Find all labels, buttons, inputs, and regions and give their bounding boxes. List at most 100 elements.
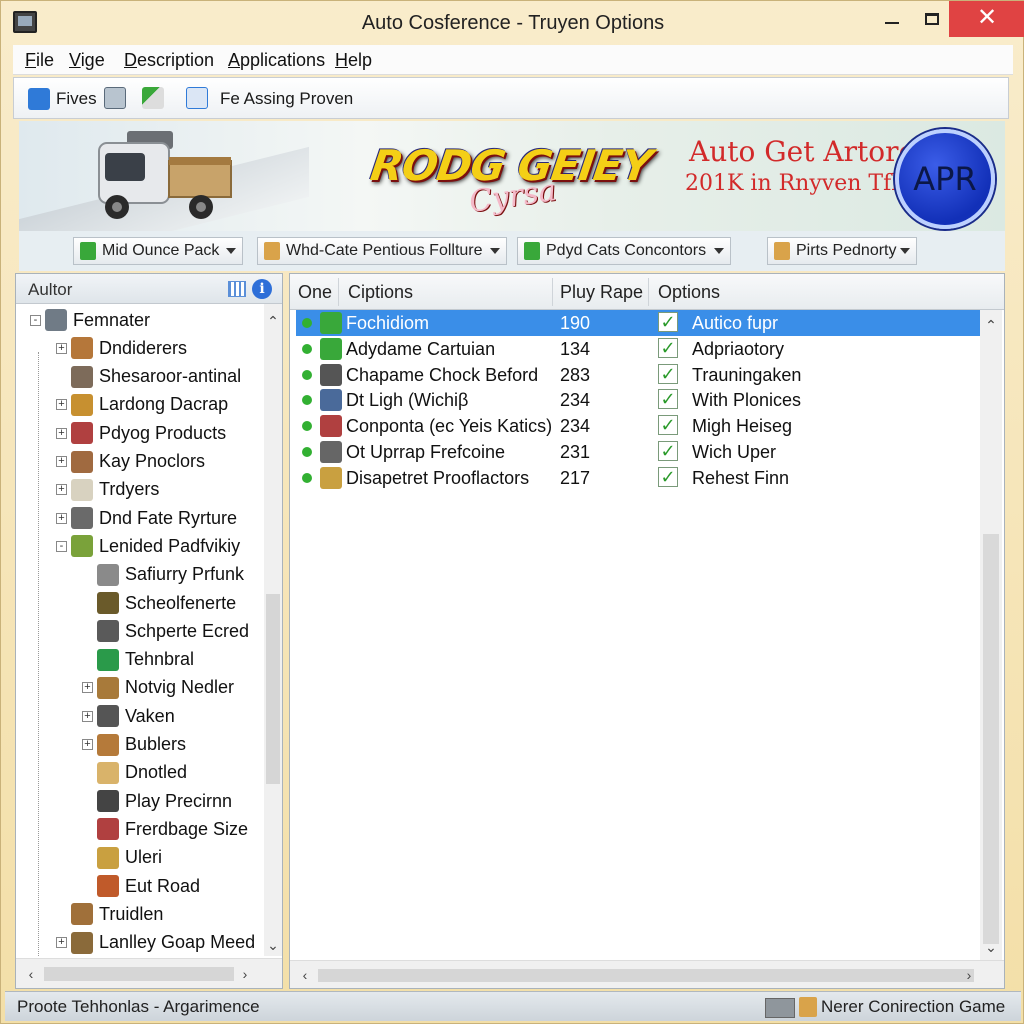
scrollbar-thumb[interactable]: [44, 967, 234, 981]
tree-item-icon: [97, 790, 119, 813]
scrollbar-thumb[interactable]: [983, 534, 999, 944]
row-checkbox[interactable]: ✓: [658, 466, 678, 487]
tree-item[interactable]: + Notvig Nedler: [82, 674, 234, 702]
row-checkbox[interactable]: ✓: [658, 441, 678, 461]
collapse-icon[interactable]: -: [56, 540, 67, 552]
pentious-follture-dropdown[interactable]: Whd-Cate Pentious Follture: [257, 237, 507, 265]
row-option: Trauningaken: [692, 364, 802, 385]
tree-item[interactable]: Eut Road: [82, 872, 200, 900]
tree-item[interactable]: - Femnater: [30, 306, 150, 334]
expand-icon[interactable]: +: [82, 682, 93, 694]
close-button[interactable]: ✕: [949, 1, 1024, 37]
tree-item[interactable]: Dnotled: [82, 759, 187, 787]
tree-item-icon: [71, 393, 93, 416]
menu-file[interactable]: File: [25, 50, 54, 71]
column-separator[interactable]: [338, 278, 339, 306]
column-header-one[interactable]: One: [298, 282, 332, 303]
menu-description[interactable]: Description: [124, 50, 214, 71]
tree-item-icon: [71, 507, 93, 530]
tree-item[interactable]: Scheolfenerte: [82, 589, 236, 617]
tree-item[interactable]: + Bublers: [82, 731, 186, 759]
scroll-up-icon[interactable]: ⌃: [264, 312, 282, 330]
row-checkbox[interactable]: ✓: [658, 415, 678, 436]
list-row[interactable]: Dt Ligh (Wichiβ 234 ✓ With Plonices: [296, 387, 980, 413]
column-header-options[interactable]: Options: [658, 282, 720, 303]
expand-icon[interactable]: +: [56, 484, 67, 496]
tree-item[interactable]: + Dndiderers: [56, 334, 187, 362]
tree-item[interactable]: Schperte Ecred: [82, 617, 249, 645]
list-row[interactable]: Adydame Cartuian 134 ✓ Adpriaotory: [296, 336, 980, 362]
cats-concontors-dropdown[interactable]: Pdyd Cats Concontors: [517, 237, 731, 265]
clipboard-icon[interactable]: [186, 87, 208, 109]
list-row[interactable]: Ot Uprrap Frefcoine 231 ✓ Wich Uper: [296, 439, 980, 465]
row-checkbox[interactable]: ✓: [658, 312, 678, 332]
tree-item[interactable]: + Vaken: [82, 702, 175, 730]
info-icon[interactable]: i: [252, 279, 272, 299]
menu-vige[interactable]: Vige: [69, 50, 105, 71]
app-window: Auto Cosference - Truyen Options ✕ File …: [0, 0, 1024, 1024]
row-checkbox[interactable]: ✓: [658, 337, 678, 358]
fives-button[interactable]: Fives: [28, 86, 97, 112]
tree-item[interactable]: + Pdyog Products: [56, 419, 226, 447]
expand-icon[interactable]: +: [56, 456, 67, 467]
scrollbar-thumb[interactable]: [266, 594, 280, 784]
row-checkbox[interactable]: ✓: [658, 389, 678, 410]
document-icon[interactable]: [104, 87, 126, 109]
title-bar[interactable]: Auto Cosference - Truyen Options ✕: [1, 1, 1024, 45]
tree-item[interactable]: Play Precirnn: [82, 787, 232, 815]
list-row[interactable]: Disapetret Prooflactors 217 ✓ Rehest Finn: [296, 465, 980, 491]
status-dot-icon: [302, 369, 312, 380]
expand-icon[interactable]: +: [56, 342, 67, 354]
scroll-right-icon[interactable]: ›: [236, 965, 254, 983]
row-checkbox[interactable]: ✓: [658, 363, 678, 384]
menu-help[interactable]: Help: [335, 50, 372, 71]
list-vertical-scrollbar[interactable]: ⌃ ⌄: [980, 310, 1002, 960]
tree-vertical-scrollbar[interactable]: ⌃ ⌄: [264, 304, 282, 956]
expand-icon[interactable]: +: [56, 512, 67, 524]
tree-item[interactable]: + Lanlley Goap Meed: [56, 929, 255, 956]
list-row[interactable]: Fochidiom 190 ✓ Autico fupr: [296, 310, 980, 336]
expand-icon[interactable]: +: [82, 739, 93, 750]
list-row[interactable]: Chapame Chock Beford 283 ✓ Trauningaken: [296, 362, 980, 388]
pen-icon[interactable]: [142, 87, 164, 109]
column-separator[interactable]: [648, 278, 649, 306]
scroll-left-icon[interactable]: ‹: [22, 965, 40, 983]
tree-item[interactable]: Uleri: [82, 844, 162, 872]
expand-icon[interactable]: +: [56, 427, 67, 439]
tree-item[interactable]: Truidlen: [56, 900, 163, 928]
menu-applications[interactable]: Applications: [228, 50, 325, 71]
collapse-icon[interactable]: -: [30, 314, 41, 326]
list-row[interactable]: Conponta (ec Yeis Katics) 234 ✓ Migh Heiseg: [296, 413, 980, 439]
tree-item[interactable]: Frerdbage Size: [82, 815, 248, 843]
status-indicator-icon: [765, 998, 795, 1018]
scroll-left-icon[interactable]: ‹: [296, 966, 314, 984]
tree-item[interactable]: Safiurry Prfunk: [82, 561, 244, 589]
list-horizontal-scrollbar[interactable]: ‹ ›: [290, 960, 1004, 988]
scroll-right-icon[interactable]: ›: [960, 966, 978, 984]
tree-item[interactable]: + Lardong Dacrap: [56, 391, 228, 419]
scroll-down-icon[interactable]: ⌄: [264, 936, 282, 954]
tree-panel: Aultor i - Femnater + Dndiderers Shesaroor-a…: [15, 273, 283, 989]
column-header-rate[interactable]: Pluy Rape: [560, 282, 643, 303]
expand-icon[interactable]: +: [82, 710, 93, 722]
tree-item[interactable]: + Kay Pnoclors: [56, 448, 205, 476]
tree-item[interactable]: + Trdyers: [56, 476, 159, 504]
column-header-ciptions[interactable]: Ciptions: [348, 282, 413, 303]
scrollbar-thumb[interactable]: [318, 969, 974, 982]
column-separator[interactable]: [552, 278, 553, 306]
grid-view-icon[interactable]: [228, 281, 246, 297]
tree-item[interactable]: + Dnd Fate Ryrture: [56, 504, 237, 532]
tree-item[interactable]: Tehnbral: [82, 646, 194, 674]
tree-item-label: Femnater: [73, 309, 151, 330]
tree-item[interactable]: - Lenided Padfvikiy: [56, 532, 240, 560]
tree-item[interactable]: Shesaroor-antinal: [56, 363, 241, 391]
mid-ounce-pack-dropdown[interactable]: Mid Ounce Pack: [73, 237, 243, 265]
assing-proven-button[interactable]: Fe Assing Proven: [220, 86, 353, 112]
tree-horizontal-scrollbar[interactable]: ‹ ›: [16, 958, 282, 988]
expand-icon[interactable]: +: [56, 399, 67, 411]
scroll-up-icon[interactable]: ⌃: [982, 316, 1000, 334]
row-option: Adpriaotory: [692, 338, 785, 359]
scroll-down-icon[interactable]: ⌄: [982, 938, 1000, 956]
expand-icon[interactable]: +: [56, 937, 67, 949]
pirts-pednorty-dropdown[interactable]: Pirts Pednorty: [767, 237, 917, 265]
